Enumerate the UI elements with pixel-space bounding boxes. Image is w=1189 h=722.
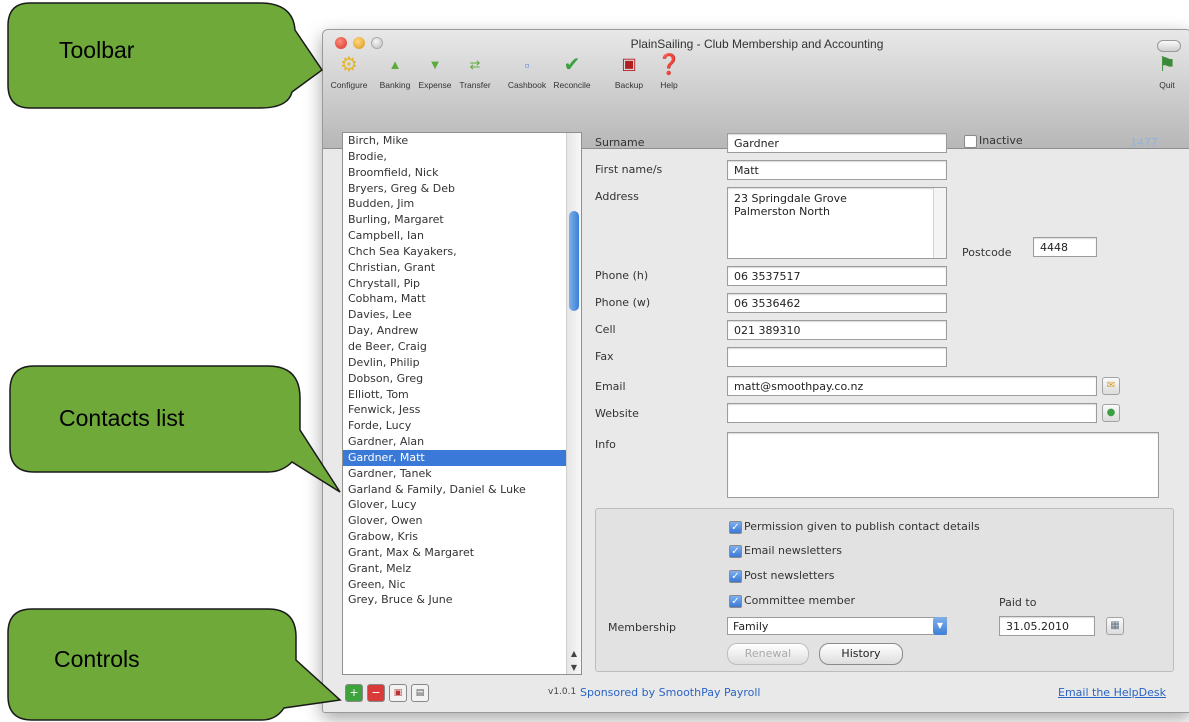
- controls-callout-text: Controls: [54, 646, 140, 672]
- toolbar-callout-bubble: [7, 2, 324, 109]
- callouts-layer: [7, 2, 342, 721]
- toolbar-callout-text: Toolbar: [59, 37, 135, 63]
- contacts-callout-text: Contacts list: [59, 405, 185, 431]
